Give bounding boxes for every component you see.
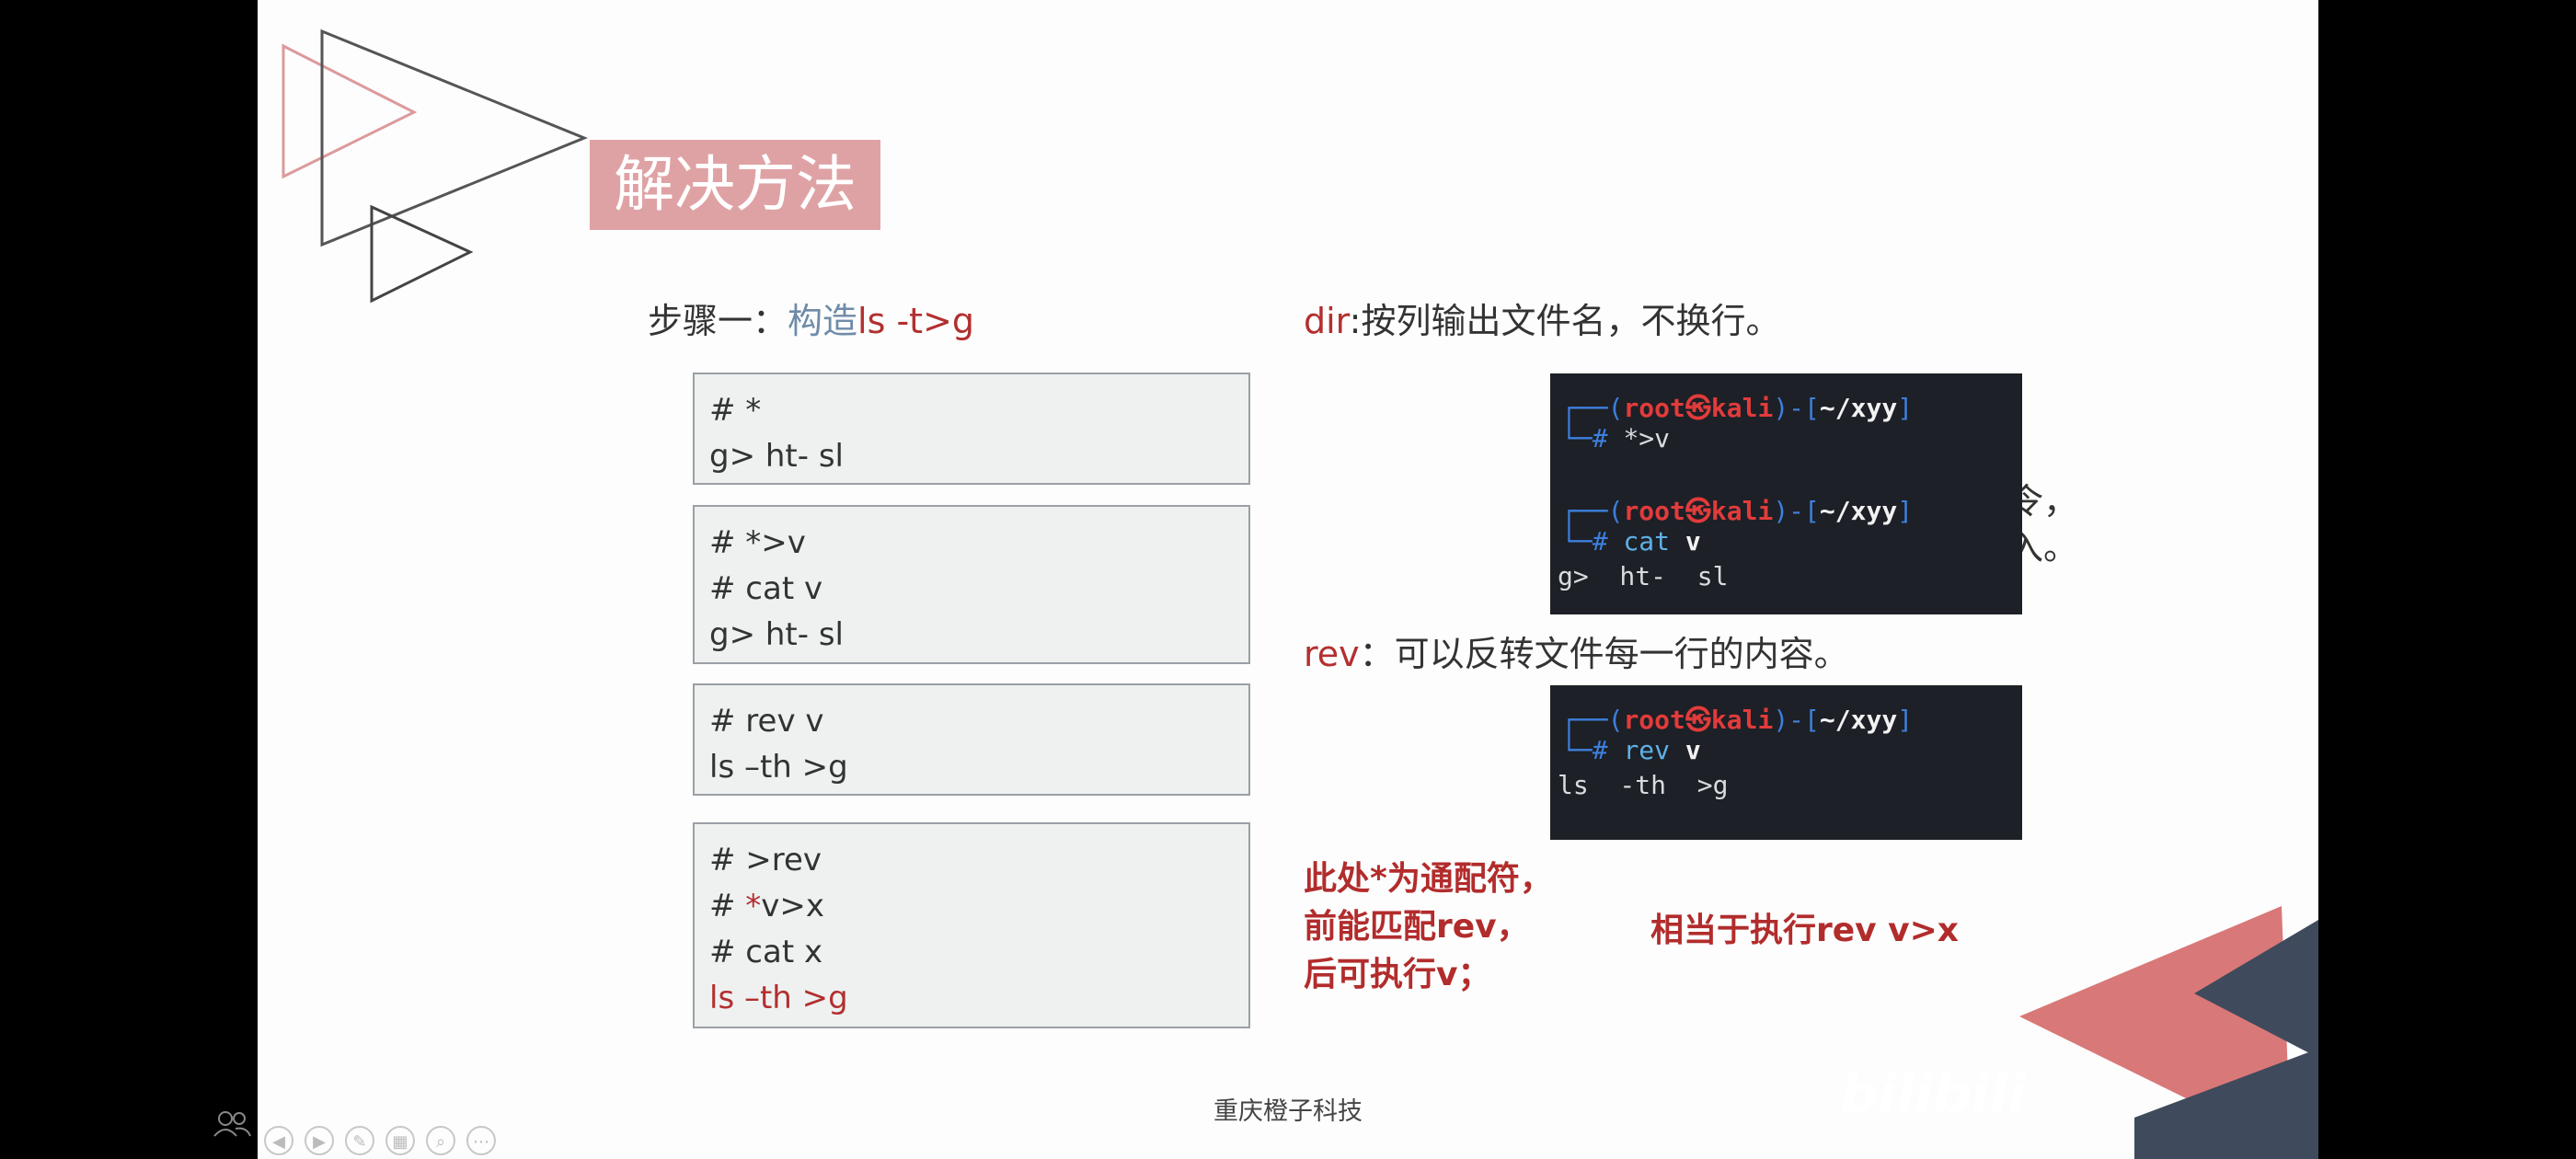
terminal-command: └─# rev v <box>1561 735 1701 765</box>
box-line-prefix: # <box>709 888 746 924</box>
command-box-3: # rev v ls –th >g <box>693 683 1250 796</box>
command-box-2: # *>v # cat v g> ht- sl <box>693 505 1250 664</box>
box-line-rest: v>x <box>761 888 825 924</box>
terminal-command: └─# cat v <box>1561 526 1701 557</box>
box-line: # >rev <box>709 842 822 878</box>
next-slide-icon[interactable]: ▶ <box>305 1126 334 1155</box>
explain-line-2: 前能匹配rev， <box>1304 908 1530 946</box>
dir-keyword: dir <box>1304 301 1350 341</box>
more-options-icon[interactable]: ⋯ <box>466 1126 496 1155</box>
equivalent-command-note: 相当于执行rev v>x <box>1650 912 1960 949</box>
previous-slide-icon[interactable]: ◀ <box>264 1126 293 1155</box>
box-line: # cat x <box>709 934 823 970</box>
box-line: # *v>x <box>709 883 1234 929</box>
explain-line-3: 后可执行v； <box>1304 956 1491 993</box>
zoom-icon[interactable]: ⌕ <box>426 1126 455 1155</box>
slides-grid-icon[interactable]: ▦ <box>385 1126 415 1155</box>
section-heading: 解决方法 <box>590 140 880 230</box>
slide: 解决方法 步骤一：构造ls -t>g # * g> ht- sl # *>v #… <box>258 0 2318 1159</box>
box-line: # cat v <box>709 570 823 607</box>
terminal-output: ls -th >g <box>1558 770 1729 800</box>
terminal-prompt: ┌──(root㉿kali)-[~/xyy] <box>1561 393 1914 423</box>
box-line: g> ht- sl <box>709 616 844 653</box>
box-line: # * <box>709 392 762 429</box>
rev-keyword: rev <box>1304 634 1360 674</box>
wildcard-star: * <box>745 888 762 924</box>
terminal-screenshot-2: ┌──(root㉿kali)-[~/xyy] └─# rev v ls -th … <box>1550 685 2022 840</box>
step-highlight: 构造 <box>788 301 858 341</box>
step-label: 步骤一： <box>648 301 788 341</box>
box-line: # *>v <box>709 524 806 561</box>
box-line: ls –th >g <box>709 749 848 786</box>
dir-text: :按列输出文件名，不换行。 <box>1349 301 1781 341</box>
box-line: g> ht- sl <box>709 438 844 475</box>
terminal-prompt: ┌──(root㉿kali)-[~/xyy] <box>1561 496 1914 526</box>
dir-note: dir:按列输出文件名，不换行。 <box>1304 293 1780 343</box>
pen-icon[interactable]: ✎ <box>345 1126 374 1155</box>
bilibili-watermark: bilibili <box>1840 1062 2027 1125</box>
box-line-result: ls –th >g <box>709 980 848 1016</box>
rev-text: ：可以反转文件每一行的内容。 <box>1359 634 1849 674</box>
terminal-screenshot-1: ┌──(root㉿kali)-[~/xyy] └─# *>v ┌──(root㉿… <box>1550 373 2022 614</box>
terminal-prompt: ┌──(root㉿kali)-[~/xyy] <box>1561 705 1914 735</box>
rev-note: rev：可以反转文件每一行的内容。 <box>1304 625 1849 676</box>
command-box-4: # >rev # *v>x # cat x ls –th >g <box>693 822 1250 1028</box>
command-box-1: # * g> ht- sl <box>693 373 1250 485</box>
box-line: # rev v <box>709 703 824 740</box>
step-command: ls -t>g <box>857 301 975 341</box>
step-one-title: 步骤一：构造ls -t>g <box>648 293 974 343</box>
explain-line-1: 此处*为通配符， <box>1304 860 1553 898</box>
terminal-command: └─# *>v <box>1561 423 1671 453</box>
wildcard-explanation: 此处*为通配符， 前能匹配rev， 后可执行v； <box>1304 855 1553 999</box>
terminal-output: g> ht- sl <box>1558 561 1729 591</box>
participants-icon[interactable] <box>212 1108 254 1142</box>
